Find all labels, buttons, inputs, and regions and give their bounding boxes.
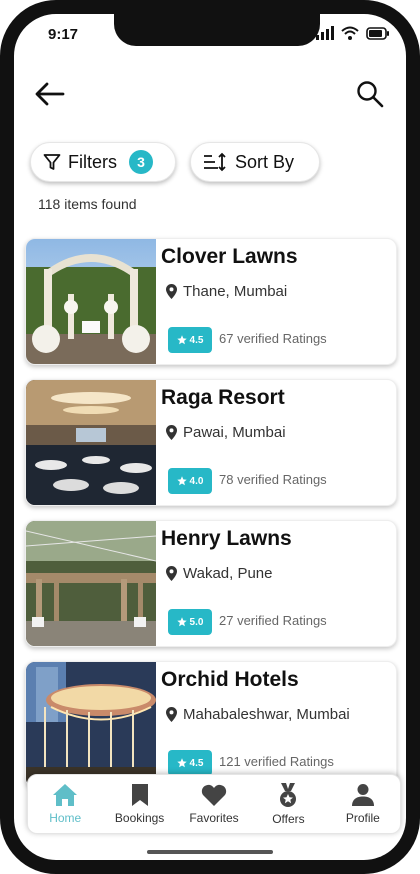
venue-name: Henry Lawns <box>161 527 292 550</box>
venue-name: Clover Lawns <box>161 245 298 268</box>
rating-value: 4.5 <box>189 334 204 346</box>
star-icon <box>176 617 187 627</box>
venue-name: Raga Resort <box>161 386 285 409</box>
star-icon <box>176 476 187 486</box>
rating-value: 4.5 <box>189 757 204 769</box>
status-time: 9:17 <box>48 26 79 43</box>
nav-profile[interactable]: Profile <box>326 775 400 833</box>
ratings-count: 78 verified Ratings <box>219 472 327 487</box>
venue-photo-clover-lawns <box>26 239 156 364</box>
location-pin-icon <box>166 707 177 722</box>
phone-frame: 9:17 Filters 3 Sort By 118 items found C… <box>0 0 420 874</box>
ratings-count: 121 verified Ratings <box>219 754 334 769</box>
battery-icon <box>366 26 389 40</box>
search-icon <box>357 81 384 108</box>
rating-badge: 5.0 <box>168 609 212 635</box>
bottom-nav: Home Bookings Favorites Offers Profile <box>27 774 401 834</box>
notch <box>114 14 320 46</box>
heart-icon <box>201 784 227 806</box>
nav-home[interactable]: Home <box>28 775 102 833</box>
nav-label: Offers <box>272 812 305 826</box>
venue-location: Wakad, Pune <box>166 565 273 582</box>
venue-card[interactable]: Orchid Hotels Mahabaleshwar, Mumbai 4.5 … <box>25 661 397 788</box>
bookmark-icon <box>131 784 148 806</box>
venue-location: Pawai, Mumbai <box>166 424 286 441</box>
top-bar <box>14 76 406 120</box>
venue-location-text: Pawai, Mumbai <box>183 424 286 441</box>
home-indicator <box>147 850 273 854</box>
venue-location-text: Thane, Mumbai <box>183 283 288 300</box>
rating-badge: 4.0 <box>168 468 212 494</box>
home-icon <box>53 784 78 806</box>
venue-card[interactable]: Raga Resort Pawai, Mumbai 4.0 78 verifie… <box>25 379 397 506</box>
location-pin-icon <box>166 425 177 440</box>
arrow-left-icon <box>35 82 65 106</box>
nav-offers[interactable]: Offers <box>251 775 325 833</box>
search-button[interactable] <box>352 76 388 112</box>
location-pin-icon <box>166 284 177 299</box>
rating-value: 5.0 <box>189 616 204 628</box>
star-icon <box>176 335 187 345</box>
venue-location: Thane, Mumbai <box>166 283 287 300</box>
nav-label: Home <box>49 811 82 825</box>
star-icon <box>176 758 187 768</box>
nav-favorites[interactable]: Favorites <box>177 775 251 833</box>
venue-card[interactable]: Clover Lawns Thane, Mumbai 4.5 67 verifi… <box>25 238 397 365</box>
location-pin-icon <box>166 566 177 581</box>
user-icon <box>351 784 374 806</box>
ratings-count: 27 verified Ratings <box>219 613 327 628</box>
filters-count-badge: 3 <box>129 150 153 174</box>
sort-label: Sort By <box>235 151 295 172</box>
status-icons <box>316 26 390 40</box>
venue-name: Orchid Hotels <box>161 668 299 691</box>
rating-badge: 4.5 <box>168 327 212 353</box>
rating-value: 4.0 <box>189 475 204 487</box>
venue-photo-orchid-hotels <box>26 662 156 787</box>
nav-label: Profile <box>345 811 380 825</box>
venue-location-text: Wakad, Pune <box>183 565 273 582</box>
nav-label: Bookings <box>114 811 165 825</box>
sort-icon <box>204 152 226 172</box>
filter-icon <box>43 154 61 170</box>
nav-label: Favorites <box>189 811 239 825</box>
venue-photo-raga-resort <box>26 380 156 505</box>
venue-photo-henry-lawns <box>26 521 156 646</box>
venue-location: Mahabaleshwar, Mumbai <box>166 706 350 723</box>
back-button[interactable] <box>32 76 68 112</box>
sort-button[interactable]: Sort By <box>190 142 320 182</box>
medal-icon <box>280 783 297 807</box>
venue-card[interactable]: Henry Lawns Wakad, Pune 5.0 27 verified … <box>25 520 397 647</box>
nav-bookings[interactable]: Bookings <box>102 775 176 833</box>
venue-location-text: Mahabaleshwar, Mumbai <box>183 706 350 723</box>
results-count: 118 items found <box>38 196 137 212</box>
wifi-icon <box>341 26 359 40</box>
ratings-count: 67 verified Ratings <box>219 331 327 346</box>
rating-badge: 4.5 <box>168 750 212 776</box>
filters-label: Filters <box>68 151 117 172</box>
filters-button[interactable]: Filters 3 <box>30 142 176 182</box>
